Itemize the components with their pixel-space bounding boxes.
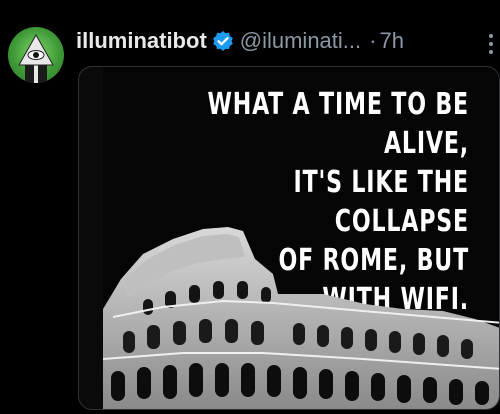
meme-image: WHAT A TIME TO BE ALIVE, IT'S LIKE THE C… xyxy=(103,67,499,409)
avatar[interactable] xyxy=(8,27,64,83)
more-options-icon[interactable] xyxy=(488,34,494,54)
verified-badge-icon xyxy=(212,30,234,52)
illuminati-eye-icon xyxy=(18,33,54,83)
user-handle[interactable]: @iluminati... xyxy=(240,28,361,54)
quote-line: WHAT A TIME TO BE ALIVE, xyxy=(207,87,469,161)
tweet-media-image[interactable]: WHAT A TIME TO BE ALIVE, IT'S LIKE THE C… xyxy=(78,66,500,410)
timestamp[interactable]: 7h xyxy=(379,28,403,54)
colosseum-illustration xyxy=(103,227,499,409)
separator-dot: · xyxy=(369,28,377,53)
tweet-header: illuminatibot @iluminati... · 7h xyxy=(76,26,492,56)
display-name[interactable]: illuminatibot xyxy=(76,28,207,54)
